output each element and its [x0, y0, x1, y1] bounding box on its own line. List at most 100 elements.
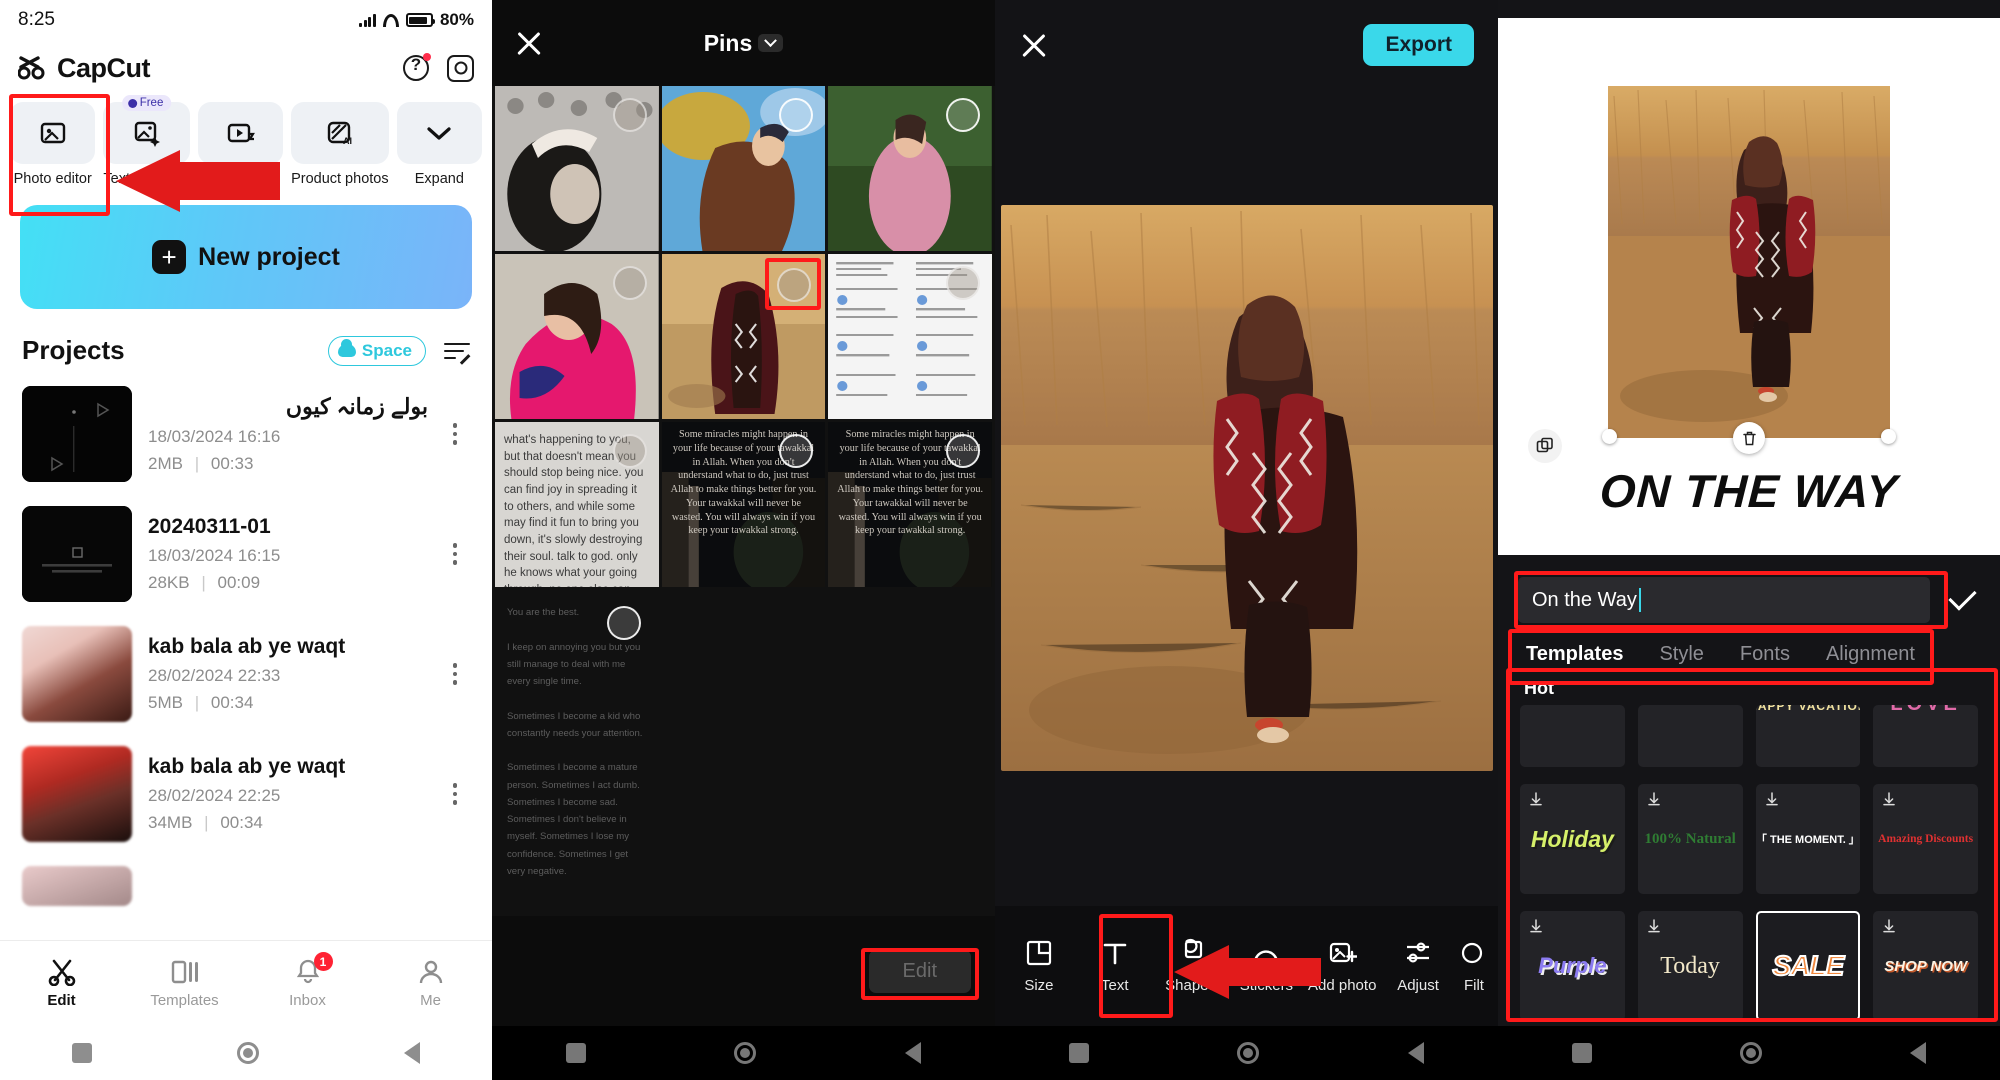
pin-select-circle[interactable]: [607, 606, 641, 640]
template-thumb[interactable]: SHOP NOW: [1873, 911, 1978, 1021]
tab-style[interactable]: Style: [1659, 643, 1703, 666]
delete-layer-button[interactable]: [1733, 422, 1765, 454]
export-button[interactable]: Export: [1363, 24, 1474, 66]
tool-shapes[interactable]: Shapes: [1153, 938, 1229, 994]
template-thumb[interactable]: Purple: [1520, 911, 1625, 1021]
tab-templates[interactable]: Templates: [1526, 643, 1623, 666]
list-item[interactable]: [0, 854, 492, 918]
section-label: Hot: [1498, 666, 2000, 699]
project-more-button[interactable]: [444, 663, 470, 685]
tool-text[interactable]: Text: [1077, 938, 1153, 994]
template-thumb[interactable]: LOVE: [1873, 705, 1978, 767]
editing-photo[interactable]: [1001, 205, 1493, 771]
home-icon[interactable]: [1237, 1042, 1259, 1064]
photo-editor-icon: [10, 102, 95, 164]
template-thumb[interactable]: Today: [1638, 911, 1743, 1021]
tool-product-photos[interactable]: AI Product photos: [291, 102, 389, 187]
pin-item[interactable]: [662, 86, 826, 251]
tool-filter[interactable]: Filt: [1456, 938, 1492, 994]
nav-item-inbox[interactable]: 1 Inbox: [246, 958, 369, 1009]
new-project-button[interactable]: + New project: [20, 205, 472, 309]
pin-item[interactable]: [828, 86, 992, 251]
tool-size[interactable]: Size: [1001, 938, 1077, 994]
home-icon[interactable]: [734, 1042, 756, 1064]
tool-label: AutoCut: [214, 171, 266, 187]
preview-photo[interactable]: [1608, 86, 1890, 438]
chevron-down-icon[interactable]: [758, 34, 783, 52]
home-icon[interactable]: [237, 1042, 259, 1064]
close-x-icon[interactable]: [514, 28, 544, 58]
edit-button[interactable]: Edit: [869, 950, 971, 993]
space-button[interactable]: Space: [328, 336, 426, 366]
recents-icon[interactable]: [72, 1043, 92, 1063]
pin-select-circle[interactable]: [613, 434, 647, 468]
list-item[interactable]: kab bala ab ye waqt 28/02/2024 22:25 34M…: [0, 734, 492, 854]
pin-item-quote[interactable]: Some miracles might happen in your life …: [828, 422, 992, 587]
tab-alignment[interactable]: Alignment: [1826, 643, 1915, 666]
tool-autocut[interactable]: AutoCut: [198, 102, 283, 187]
nav-item-edit[interactable]: Edit: [0, 958, 123, 1009]
nav-item-me[interactable]: Me: [369, 958, 492, 1009]
template-thumb[interactable]: [1638, 705, 1743, 767]
duplicate-layers-button[interactable]: [1528, 429, 1562, 463]
sort-edit-icon[interactable]: [444, 342, 470, 360]
pin-select-circle[interactable]: [946, 266, 980, 300]
tool-stickers[interactable]: Stickers: [1228, 938, 1304, 994]
template-thumb[interactable]: 「 THE MOMENT. 」: [1756, 784, 1861, 894]
project-size: 2MB: [148, 454, 183, 473]
settings-gear-icon[interactable]: [447, 55, 474, 82]
recents-icon[interactable]: [566, 1043, 586, 1063]
template-thumb[interactable]: Amazing Discounts: [1873, 784, 1978, 894]
pin-select-circle[interactable]: [613, 266, 647, 300]
text-input[interactable]: On the Way: [1518, 577, 1930, 623]
template-thumb[interactable]: [1520, 705, 1625, 767]
tool-photo-editor[interactable]: Photo editor: [10, 102, 95, 187]
project-more-button[interactable]: [444, 543, 470, 565]
templates-icon: [169, 958, 201, 986]
template-thumb[interactable]: Holiday: [1520, 784, 1625, 894]
pin-item[interactable]: [828, 254, 992, 419]
pin-select-circle[interactable]: [946, 98, 980, 132]
text-preview-canvas[interactable]: ON THE WAY: [1498, 18, 2000, 555]
recents-icon[interactable]: [1572, 1043, 1592, 1063]
tool-add-photo[interactable]: Add photo: [1304, 938, 1380, 994]
tool-adjust[interactable]: Adjust: [1380, 938, 1456, 994]
pin-item[interactable]: [495, 254, 659, 419]
home-icon[interactable]: [1740, 1042, 1762, 1064]
back-icon[interactable]: [1408, 1042, 1424, 1064]
pin-item-quote[interactable]: Some miracles might happen in your life …: [662, 422, 826, 587]
pin-select-circle[interactable]: [946, 434, 980, 468]
pin-select-circle[interactable]: [613, 98, 647, 132]
back-icon[interactable]: [404, 1042, 420, 1064]
project-more-button[interactable]: [444, 783, 470, 805]
recents-icon[interactable]: [1069, 1043, 1089, 1063]
close-x-icon[interactable]: [1019, 30, 1049, 60]
tool-label: Photo editor: [14, 171, 92, 187]
resize-handle-left[interactable]: [1602, 429, 1617, 444]
nav-item-templates[interactable]: Templates: [123, 958, 246, 1009]
pin-item-longtext[interactable]: You are the best. I keep on annoying you…: [495, 590, 659, 900]
pin-item-selected[interactable]: [662, 254, 826, 419]
resize-handle-right[interactable]: [1881, 429, 1896, 444]
pin-item[interactable]: [495, 86, 659, 251]
list-item[interactable]: kab bala ab ye waqt 28/02/2024 22:33 5MB…: [0, 614, 492, 734]
template-thumb[interactable]: 100% Natural: [1638, 784, 1743, 894]
pin-item-text[interactable]: what's happening to you, but that doesn'…: [495, 422, 659, 587]
tool-text-to-image[interactable]: Free Text to image: [103, 102, 189, 187]
tab-fonts[interactable]: Fonts: [1740, 643, 1790, 666]
notification-dot-icon: [423, 53, 431, 61]
back-icon[interactable]: [1910, 1042, 1926, 1064]
confirm-checkmark-icon[interactable]: [1946, 583, 1980, 617]
template-thumb[interactable]: HAPPY VACATION: [1756, 705, 1861, 767]
project-more-button[interactable]: [444, 423, 470, 445]
list-item[interactable]: بولے زمانہ کیوں 18/03/2024 16:16 2MB | 0…: [0, 374, 492, 494]
overlay-text-layer[interactable]: ON THE WAY: [1599, 464, 1900, 518]
tool-label: Text to image: [103, 171, 189, 187]
template-thumb-selected[interactable]: SALE: [1756, 911, 1861, 1021]
back-icon[interactable]: [905, 1042, 921, 1064]
project-date: 18/03/2024 16:16: [148, 427, 428, 447]
tool-expand[interactable]: Expand: [397, 102, 482, 187]
project-size: 34MB: [148, 813, 192, 832]
editor-canvas[interactable]: [995, 90, 1498, 906]
list-item[interactable]: 20240311-01 18/03/2024 16:15 28KB | 00:0…: [0, 494, 492, 614]
